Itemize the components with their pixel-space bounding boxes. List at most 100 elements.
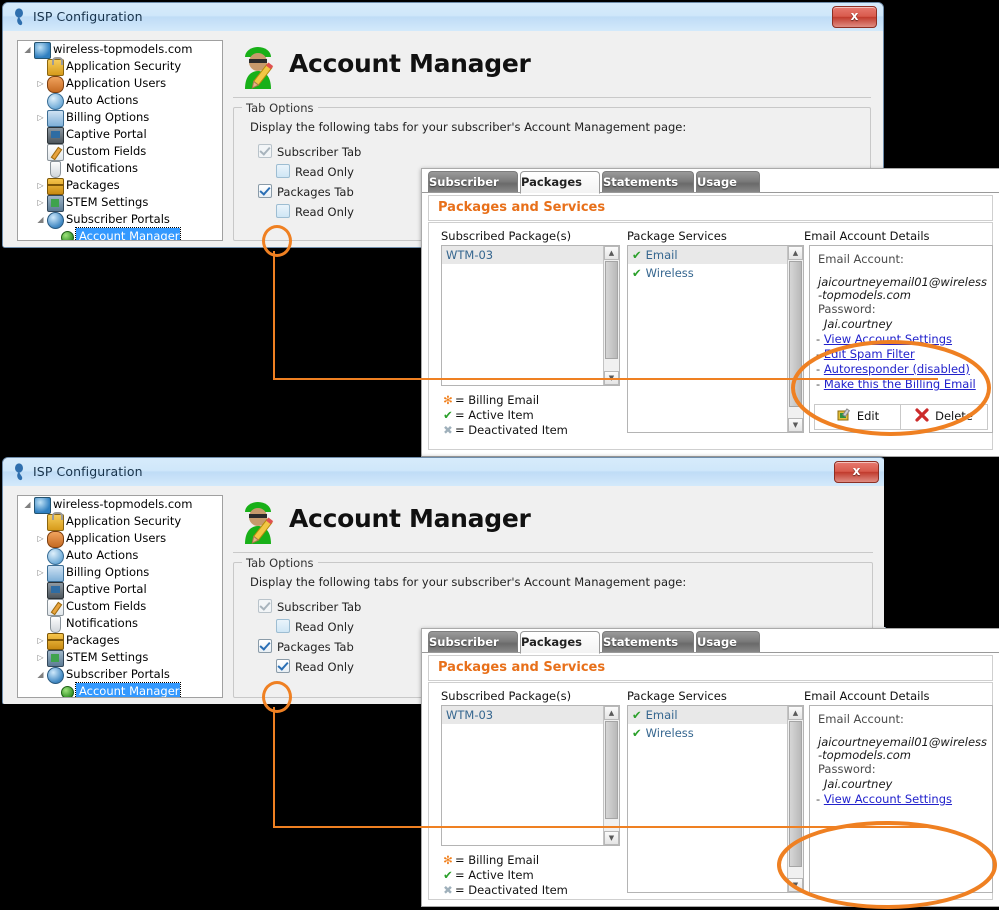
tree-item-billing-options[interactable]: ▷ Billing Options <box>18 109 222 127</box>
service-list-item[interactable]: ✔ Email <box>628 246 787 264</box>
checkbox-read-only[interactable] <box>276 204 290 218</box>
chevron-right-icon[interactable]: ▷ <box>35 75 46 92</box>
tree-item-notifications[interactable]: Notifications <box>18 160 222 178</box>
edit-button[interactable]: Edit <box>814 404 902 430</box>
checkbox-row-read-only[interactable]: Read Only <box>276 659 354 674</box>
checkbox-row-read-only[interactable]: Read Only <box>276 619 354 634</box>
chevron-right-icon[interactable]: ▷ <box>35 194 46 211</box>
chevron-right-icon[interactable]: ▷ <box>35 564 46 581</box>
tree-item-subscriber-portals[interactable]: ◢ Subscriber Portals <box>18 666 222 684</box>
tree-item-application-users[interactable]: ▷ Application Users <box>18 530 222 548</box>
tree-item-captive-portal[interactable]: Captive Portal <box>18 581 222 599</box>
tab-usage[interactable]: Usage <box>696 171 760 193</box>
tree-item-captive-portal[interactable]: Captive Portal <box>18 126 222 144</box>
chevron-right-icon[interactable]: ▷ <box>35 649 46 666</box>
checkbox-packages-tab[interactable] <box>258 639 272 653</box>
tab-subscriber[interactable]: Subscriber <box>428 171 518 193</box>
tree-item-packages[interactable]: ▷ Packages <box>18 177 222 195</box>
checkbox-row-subscriber-tab[interactable]: Subscriber Tab <box>258 599 361 614</box>
scroll-thumb[interactable] <box>605 721 618 819</box>
checkbox-read-only[interactable] <box>276 164 290 178</box>
services-scrollbar[interactable]: ▲ ▼ <box>787 246 803 432</box>
tree-item-account-manager[interactable]: Account Manager <box>18 227 222 240</box>
service-list-item[interactable]: ✔ Wireless <box>628 724 787 742</box>
email-action-links-bottom[interactable]: - View Account Settings <box>810 792 992 807</box>
services-scrollbar[interactable]: ▲ ▼ <box>787 706 803 892</box>
service-list-item[interactable]: ✔ Email <box>628 706 787 724</box>
tab-statements[interactable]: Statements <box>602 171 694 193</box>
service-list-item[interactable]: ✔ Wireless <box>628 264 787 282</box>
navigation-tree-top[interactable]: ◢ wireless-topmodels.com Application Secur… <box>17 40 223 241</box>
scroll-thumb[interactable] <box>789 721 802 867</box>
scroll-up-arrow[interactable]: ▲ <box>604 246 619 260</box>
chevron-down-icon[interactable]: ◢ <box>35 666 46 683</box>
chevron-down-icon[interactable]: ◢ <box>22 41 33 58</box>
tree-item-stem-settings[interactable]: ▷ STEM Settings <box>18 194 222 212</box>
tab-usage[interactable]: Usage <box>696 631 760 653</box>
checkbox-row-packages-tab[interactable]: Packages Tab <box>258 184 354 199</box>
packages-scrollbar[interactable]: ▲ ▼ <box>603 246 619 385</box>
subscribed-packages-list[interactable]: WTM-03 ▲ ▼ <box>441 245 620 386</box>
link-make-this-the-billing-email[interactable]: Make this the Billing Email <box>824 377 976 391</box>
tree-item-account-manager[interactable]: Account Manager <box>18 682 222 697</box>
portal-tabs-bottom[interactable]: Subscriber Packages Statements Usage <box>422 629 999 654</box>
chevron-right-icon[interactable]: ▷ <box>35 632 46 649</box>
tree-item-subscriber-portals[interactable]: ◢ Subscriber Portals <box>18 211 222 229</box>
tree-item-custom-fields[interactable]: Custom Fields <box>18 143 222 161</box>
checkbox-subscriber-tab[interactable] <box>258 144 272 158</box>
scroll-thumb[interactable] <box>789 261 802 407</box>
link-autoresponder-disabled[interactable]: Autoresponder (disabled) <box>824 362 970 376</box>
tree-item-stem-settings[interactable]: ▷ STEM Settings <box>18 649 222 667</box>
tree-item-wireless-topmodels-com[interactable]: ◢ wireless-topmodels.com <box>18 496 222 514</box>
tree-item-application-users[interactable]: ▷ Application Users <box>18 75 222 93</box>
package-list-item[interactable]: WTM-03 <box>442 706 603 724</box>
checkbox-row-subscriber-tab[interactable]: Subscriber Tab <box>258 144 361 159</box>
chevron-down-icon[interactable]: ◢ <box>22 496 33 513</box>
scroll-down-arrow[interactable]: ▼ <box>788 418 803 432</box>
checkbox-row-read-only[interactable]: Read Only <box>276 204 354 219</box>
checkbox-packages-tab[interactable] <box>258 184 272 198</box>
link-edit-spam-filter[interactable]: Edit Spam Filter <box>824 347 915 361</box>
tree-item-application-security[interactable]: Application Security <box>18 512 222 531</box>
tree-item-packages[interactable]: ▷ Packages <box>18 632 222 650</box>
chevron-down-icon[interactable]: ◢ <box>35 211 46 228</box>
package-list-item[interactable]: WTM-03 <box>442 246 603 264</box>
tab-packages[interactable]: Packages <box>520 631 600 654</box>
checkbox-read-only[interactable] <box>276 659 290 673</box>
checkbox-subscriber-tab[interactable] <box>258 599 272 613</box>
tree-item-billing-options[interactable]: ▷ Billing Options <box>18 564 222 582</box>
tree-item-auto-actions[interactable]: Auto Actions <box>18 92 222 110</box>
scroll-down-arrow[interactable]: ▼ <box>604 831 619 845</box>
chevron-right-icon[interactable]: ▷ <box>35 109 46 126</box>
scroll-thumb[interactable] <box>605 261 618 359</box>
scroll-up-arrow[interactable]: ▲ <box>788 706 803 720</box>
tree-item-auto-actions[interactable]: Auto Actions <box>18 547 222 565</box>
portal-tabs-top[interactable]: Subscriber Packages Statements Usage <box>422 169 999 194</box>
scroll-up-arrow[interactable]: ▲ <box>788 246 803 260</box>
email-action-links-top[interactable]: - View Account Settings - Edit Spam Filte… <box>810 332 992 392</box>
subscribed-packages-list[interactable]: WTM-03 ▲ ▼ <box>441 705 620 846</box>
close-button[interactable]: x <box>834 461 879 483</box>
scroll-up-arrow[interactable]: ▲ <box>604 706 619 720</box>
tree-item-notifications[interactable]: Notifications <box>18 615 222 633</box>
tab-statements[interactable]: Statements <box>602 631 694 653</box>
scroll-down-arrow[interactable]: ▼ <box>788 878 803 892</box>
close-button[interactable]: x <box>832 6 877 28</box>
packages-scrollbar[interactable]: ▲ ▼ <box>603 706 619 845</box>
checkbox-row-read-only[interactable]: Read Only <box>276 164 354 179</box>
checkbox-read-only[interactable] <box>276 619 290 633</box>
chevron-right-icon[interactable]: ▷ <box>35 530 46 547</box>
tab-packages[interactable]: Packages <box>520 171 600 194</box>
tree-item-application-security[interactable]: Application Security <box>18 57 222 76</box>
link-view-account-settings[interactable]: View Account Settings <box>824 332 952 346</box>
navigation-tree-bottom[interactable]: ◢ wireless-topmodels.com Application Secur… <box>17 495 223 698</box>
link-view-account-settings[interactable]: View Account Settings <box>824 792 952 806</box>
scroll-down-arrow[interactable]: ▼ <box>604 371 619 385</box>
package-services-list[interactable]: ✔ Email ✔ Wireless ▲ ▼ <box>627 705 804 893</box>
chevron-right-icon[interactable]: ▷ <box>35 177 46 194</box>
tree-item-wireless-topmodels-com[interactable]: ◢ wireless-topmodels.com <box>18 41 222 59</box>
checkbox-row-packages-tab[interactable]: Packages Tab <box>258 639 354 654</box>
package-services-list[interactable]: ✔ Email ✔ Wireless ▲ ▼ <box>627 245 804 433</box>
delete-button[interactable]: Delete <box>900 404 988 430</box>
tree-item-custom-fields[interactable]: Custom Fields <box>18 598 222 616</box>
